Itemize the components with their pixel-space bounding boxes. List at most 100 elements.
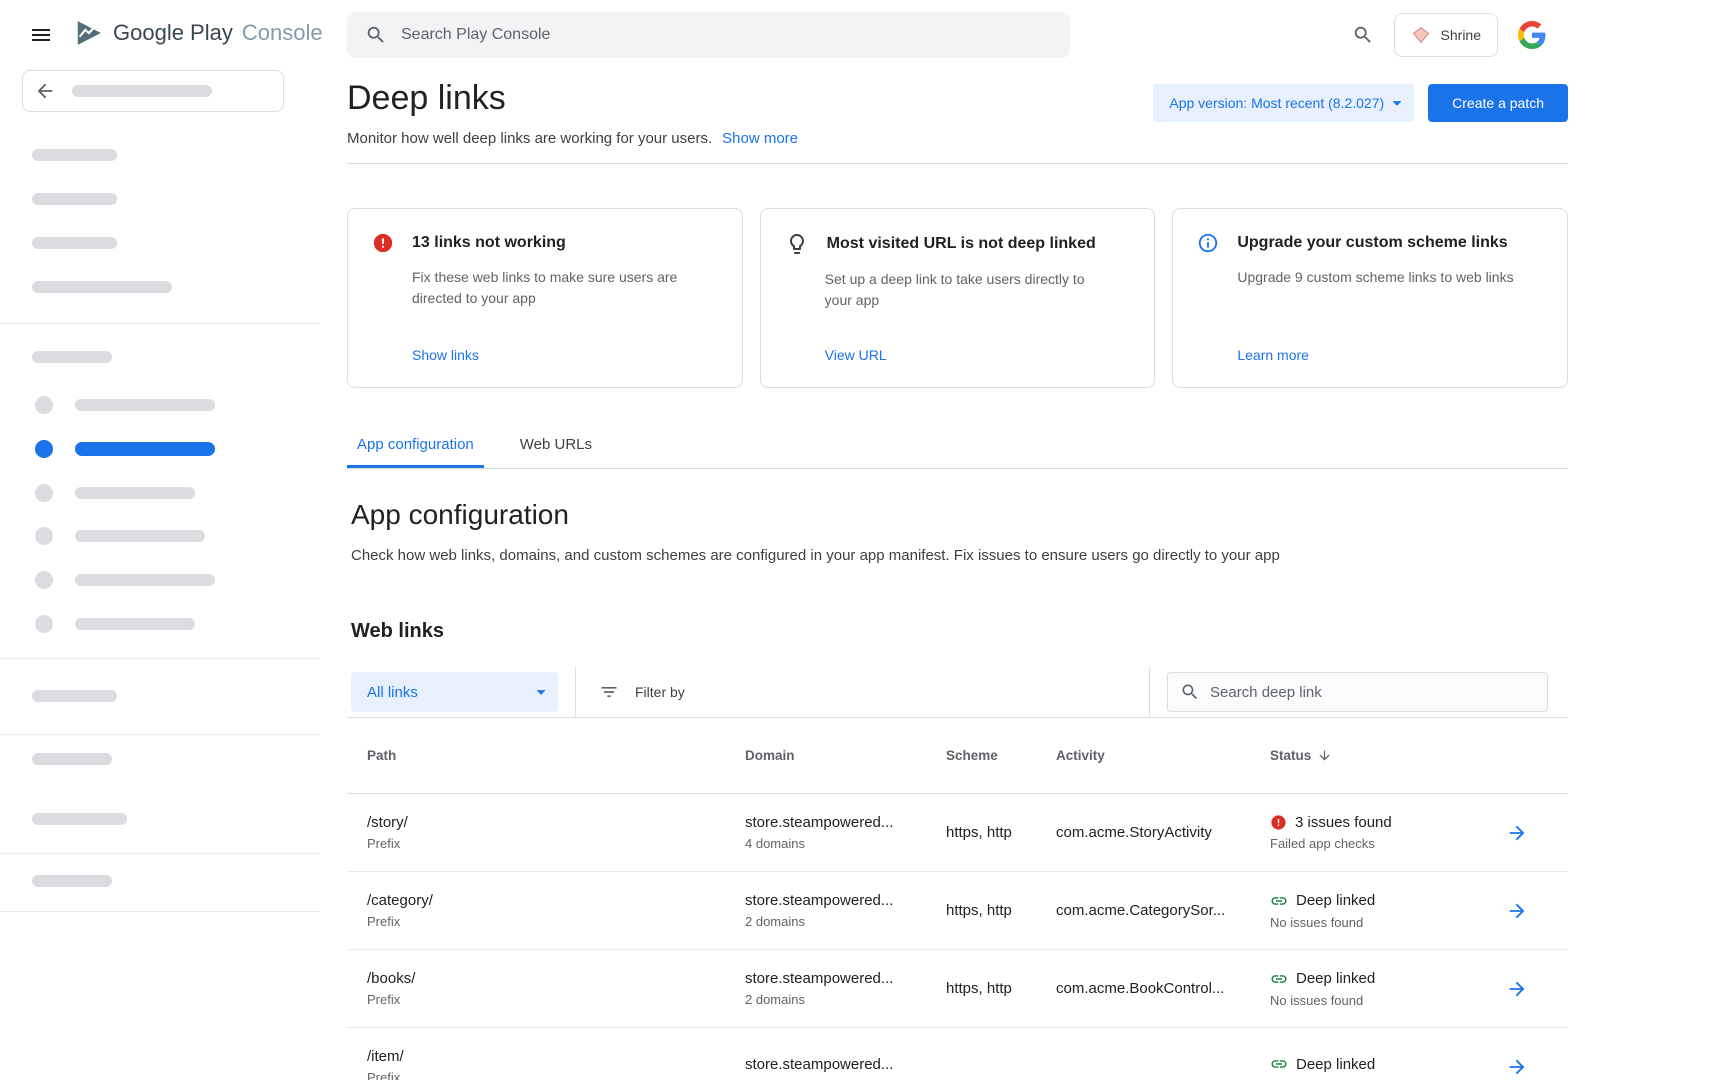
path-value: /books/ bbox=[367, 970, 745, 987]
tab-web-urls[interactable]: Web URLs bbox=[510, 436, 602, 468]
page-title: Deep links bbox=[347, 76, 798, 120]
table-row[interactable]: /item/ Prefix store.steampowered... Deep… bbox=[347, 1028, 1568, 1080]
search-icon-secondary[interactable] bbox=[1352, 24, 1374, 46]
domain-value: store.steampowered... bbox=[745, 1056, 946, 1073]
table-header: Path Domain Scheme Activity Status bbox=[347, 718, 1568, 794]
back-nav-button[interactable] bbox=[22, 70, 284, 112]
skeleton-bar bbox=[75, 530, 205, 542]
table-toolbar: All links Filter by bbox=[347, 667, 1568, 718]
sidebar-nav-item[interactable] bbox=[35, 396, 215, 414]
filter-icon bbox=[599, 682, 619, 702]
sidebar-nav-item[interactable] bbox=[35, 615, 195, 633]
link-icon bbox=[1270, 892, 1288, 910]
table-row[interactable]: /books/ Prefix store.steampowered... 2 d… bbox=[347, 950, 1568, 1028]
skeleton-bar bbox=[32, 237, 117, 249]
chevron-down-icon bbox=[530, 681, 552, 703]
open-row-button[interactable] bbox=[1505, 1055, 1529, 1079]
search-icon bbox=[365, 24, 387, 46]
domain-count: 2 domains bbox=[745, 914, 946, 929]
card-body: Fix these web links to make sure users a… bbox=[412, 267, 718, 309]
skeleton-bar bbox=[75, 574, 215, 586]
column-header-activity: Activity bbox=[1056, 748, 1270, 763]
sidebar-divider bbox=[0, 911, 320, 912]
status-text: Deep linked bbox=[1296, 970, 1375, 987]
show-more-link[interactable]: Show more bbox=[722, 130, 798, 147]
skeleton-bar bbox=[32, 753, 112, 765]
deep-link-search[interactable] bbox=[1167, 672, 1548, 712]
tab-bar: App configuration Web URLs bbox=[347, 436, 1568, 469]
skeleton-bar bbox=[32, 690, 117, 702]
create-patch-button[interactable]: Create a patch bbox=[1428, 84, 1568, 122]
insight-cards: 13 links not working Fix these web links… bbox=[347, 208, 1568, 388]
skeleton-bar bbox=[75, 442, 215, 456]
learn-more-link[interactable]: Learn more bbox=[1237, 347, 1309, 363]
skeleton-bar bbox=[75, 399, 215, 411]
filter-by-button[interactable]: Filter by bbox=[599, 682, 685, 702]
status-detail: No issues found bbox=[1270, 915, 1505, 930]
app-switcher-label: Shrine bbox=[1441, 27, 1481, 43]
error-icon bbox=[372, 232, 394, 254]
table-row[interactable]: /category/ Prefix store.steampowered... … bbox=[347, 872, 1568, 950]
show-links-link[interactable]: Show links bbox=[412, 347, 479, 363]
activity-value: com.acme.BookControl... bbox=[1056, 980, 1270, 997]
open-row-button[interactable] bbox=[1505, 977, 1529, 1001]
toolbar-divider bbox=[575, 667, 576, 718]
app-switcher-chip[interactable]: Shrine bbox=[1394, 13, 1498, 57]
sidebar-divider bbox=[0, 853, 320, 854]
activity-value: com.acme.CategorySor... bbox=[1056, 902, 1270, 919]
deep-link-search-input[interactable] bbox=[1210, 684, 1535, 701]
topbar: Google Play Console Shrine bbox=[0, 0, 1728, 70]
web-links-title: Web links bbox=[347, 620, 1568, 643]
sidebar-divider bbox=[0, 323, 320, 324]
status-detail: No issues found bbox=[1270, 993, 1505, 1008]
open-row-button[interactable] bbox=[1505, 899, 1529, 923]
play-console-logo[interactable]: Google Play Console bbox=[74, 18, 323, 48]
play-console-logo-icon bbox=[74, 18, 104, 48]
tab-app-configuration[interactable]: App configuration bbox=[347, 436, 484, 468]
card-title: 13 links not working bbox=[412, 234, 566, 252]
column-header-status[interactable]: Status bbox=[1270, 748, 1505, 763]
page-header: Deep links Monitor how well deep links a… bbox=[347, 76, 1568, 147]
sidebar-divider bbox=[0, 734, 320, 735]
sidebar-nav-item[interactable] bbox=[35, 527, 205, 545]
table-row[interactable]: /story/ Prefix store.steampowered... 4 d… bbox=[347, 794, 1568, 872]
error-icon bbox=[1270, 814, 1287, 831]
scheme-value: https, http bbox=[946, 980, 1056, 997]
global-search[interactable] bbox=[347, 12, 1070, 58]
activity-value: com.acme.StoryActivity bbox=[1056, 824, 1270, 841]
column-header-scheme: Scheme bbox=[946, 748, 1056, 763]
status-text: Deep linked bbox=[1296, 1056, 1375, 1073]
menu-icon[interactable] bbox=[28, 22, 54, 48]
card-links-not-working: 13 links not working Fix these web links… bbox=[347, 208, 743, 388]
skeleton-bar bbox=[75, 618, 195, 630]
sidebar-nav-item[interactable] bbox=[35, 484, 195, 502]
sidebar-nav-item[interactable] bbox=[35, 571, 215, 589]
sidebar-nav-item-selected[interactable] bbox=[35, 440, 215, 458]
info-icon bbox=[1197, 232, 1219, 254]
filter-by-label: Filter by bbox=[635, 684, 685, 700]
scheme-value: https, http bbox=[946, 824, 1056, 841]
logo-text-main: Google Play bbox=[113, 20, 233, 46]
skeleton-circle bbox=[35, 396, 53, 414]
main-content: Deep links Monitor how well deep links a… bbox=[347, 70, 1568, 1080]
scheme-value: https, http bbox=[946, 902, 1056, 919]
skeleton-bar bbox=[32, 149, 117, 161]
skeleton-bar bbox=[75, 487, 195, 499]
column-header-domain: Domain bbox=[745, 748, 946, 763]
links-filter-dropdown[interactable]: All links bbox=[351, 672, 558, 712]
open-row-button[interactable] bbox=[1505, 821, 1529, 845]
column-header-path: Path bbox=[367, 748, 745, 763]
view-url-link[interactable]: View URL bbox=[825, 347, 887, 363]
skeleton-bar bbox=[72, 85, 212, 97]
global-search-input[interactable] bbox=[401, 26, 1052, 44]
app-version-dropdown[interactable]: App version: Most recent (8.2.027) bbox=[1153, 84, 1414, 122]
sidebar bbox=[0, 70, 320, 1080]
google-logo bbox=[1518, 21, 1546, 49]
domain-value: store.steampowered... bbox=[745, 814, 946, 831]
skeleton-bar bbox=[32, 875, 112, 887]
skeleton-bar bbox=[32, 193, 117, 205]
links-filter-label: All links bbox=[367, 684, 418, 701]
status-detail: Failed app checks bbox=[1270, 836, 1505, 851]
status-text: 3 issues found bbox=[1295, 814, 1392, 831]
skeleton-circle bbox=[35, 527, 53, 545]
